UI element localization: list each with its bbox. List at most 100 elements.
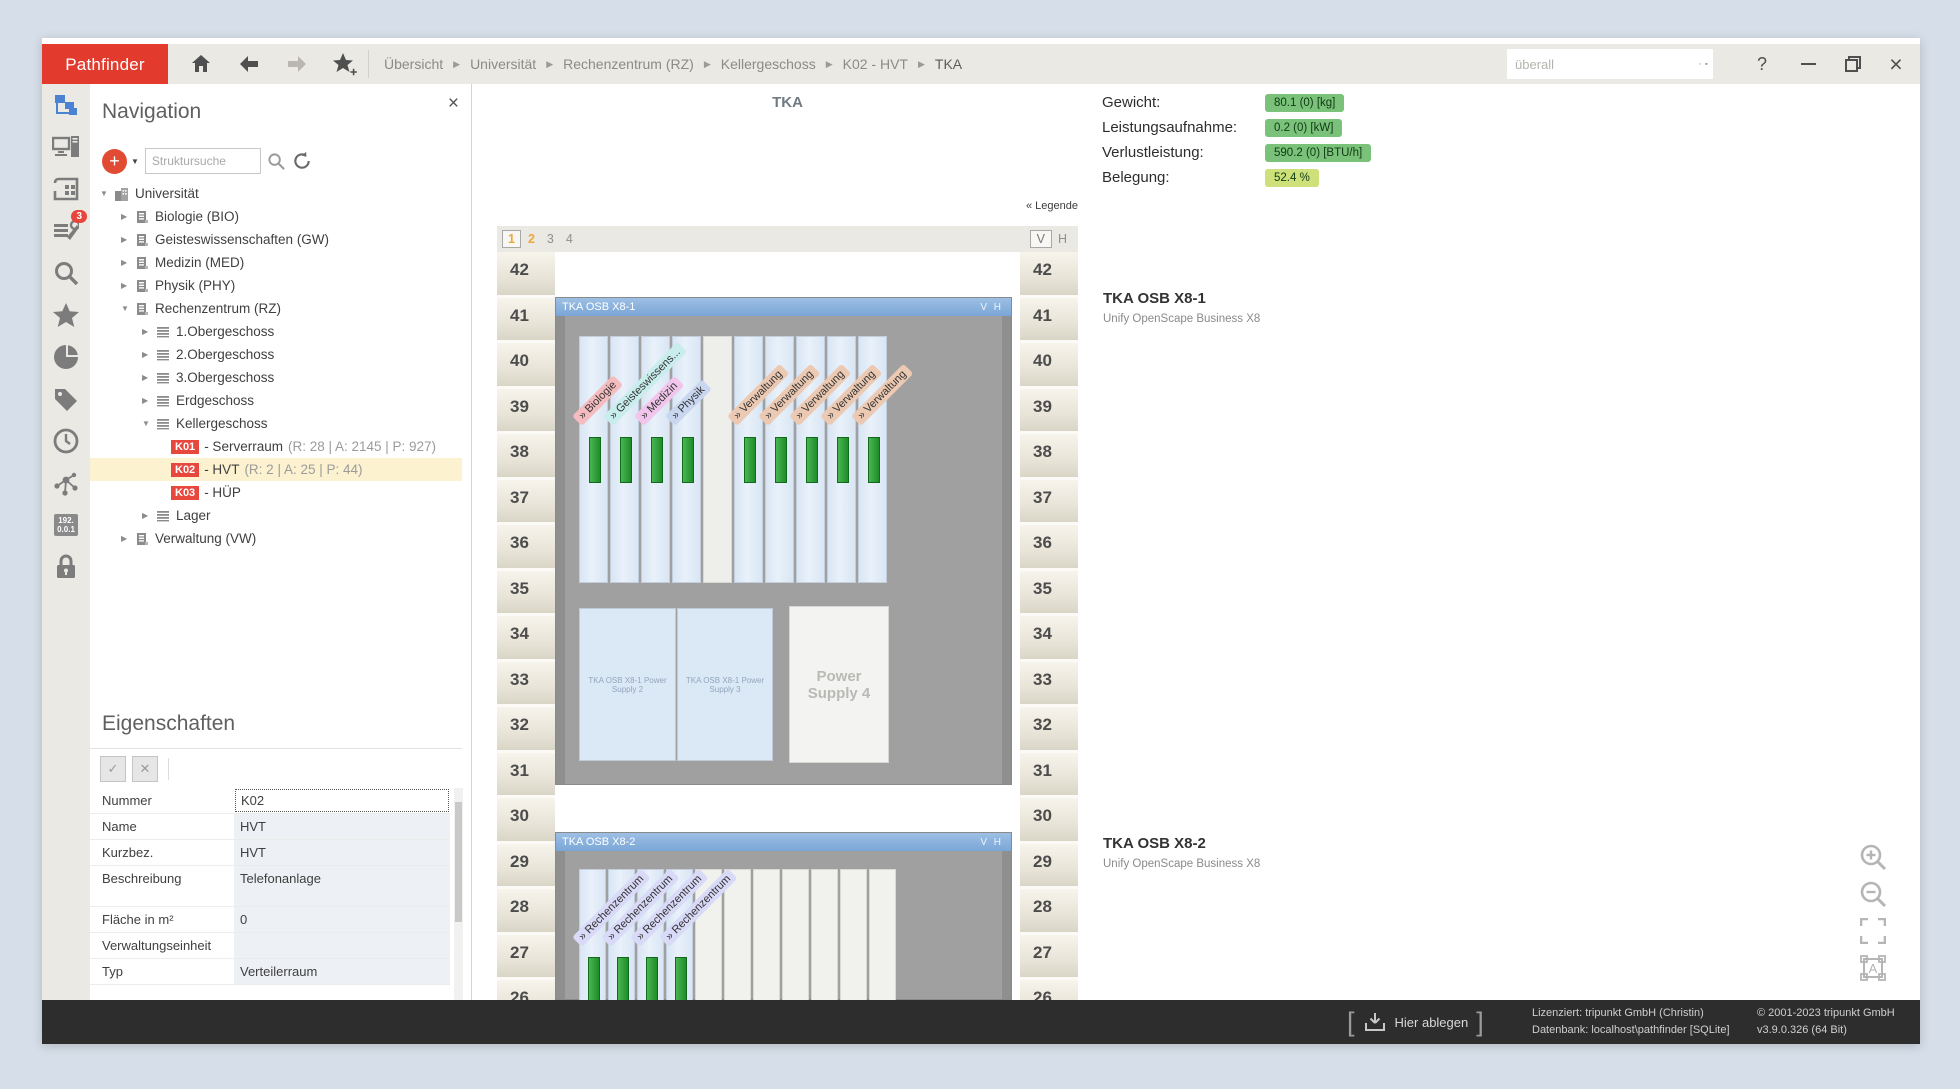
- fit-view-button[interactable]: [1858, 916, 1888, 946]
- rack-slot-empty[interactable]: [753, 869, 780, 1000]
- rail-structure-button[interactable]: [42, 84, 90, 126]
- device-tka-osb-x8-2[interactable]: TKA OSB X8-2 V H » Rechenzentrum» Rechen…: [555, 832, 1012, 1000]
- rail-service-button[interactable]: 3: [42, 210, 90, 252]
- drop-zone[interactable]: [ Hier ablegen ]: [1347, 1000, 1484, 1044]
- power-supply[interactable]: TKA OSB X8-1 Power Supply 2: [579, 608, 676, 761]
- global-search-input[interactable]: [1507, 57, 1699, 72]
- barcode-icon[interactable]: [1705, 54, 1708, 74]
- expand-icon[interactable]: ▶: [121, 212, 135, 221]
- rail-tags-button[interactable]: [42, 378, 90, 420]
- rack-slot-empty[interactable]: [782, 869, 809, 1000]
- rack-slot-empty[interactable]: [703, 336, 732, 583]
- rack-slot[interactable]: » Physik: [672, 336, 701, 583]
- rack-tab-2[interactable]: 2: [523, 231, 540, 247]
- add-favorite-button[interactable]: [332, 51, 358, 77]
- device-vh-toggle[interactable]: V H: [980, 837, 1003, 848]
- rail-history-button[interactable]: [42, 420, 90, 462]
- device-tka-osb-x8-1[interactable]: TKA OSB X8-1 V H » Biologie» Geisteswiss…: [555, 297, 1012, 785]
- rail-workstation-button[interactable]: [42, 126, 90, 168]
- tree-item[interactable]: ▶Geisteswissenschaften (GW): [90, 228, 462, 251]
- rack-slot[interactable]: » Verwaltung: [734, 336, 763, 583]
- device-list-item[interactable]: TKA OSB X8-1Unify OpenScape Business X8: [1103, 290, 1260, 325]
- collapse-icon[interactable]: ▼: [121, 304, 135, 313]
- property-value-nummer[interactable]: K02: [235, 789, 449, 812]
- tree-item[interactable]: ▶1.Obergeschoss: [90, 320, 462, 343]
- rack-slot[interactable]: » Geisteswissens...: [610, 336, 639, 583]
- property-value-typ[interactable]: Verteilerraum: [234, 959, 450, 984]
- help-button[interactable]: ?: [1742, 44, 1782, 84]
- home-button[interactable]: [188, 51, 214, 77]
- structure-search-input[interactable]: [145, 148, 261, 174]
- expand-icon[interactable]: ▶: [142, 373, 156, 382]
- tree-item[interactable]: ▶3.Obergeschoss: [90, 366, 462, 389]
- rail-reports-button[interactable]: [42, 336, 90, 378]
- expand-icon[interactable]: ▶: [121, 235, 135, 244]
- expand-icon[interactable]: ▶: [142, 396, 156, 405]
- forward-button[interactable]: [284, 51, 310, 77]
- tree-item[interactable]: ▶Verwaltung (VW): [90, 527, 462, 550]
- orientation-v-button[interactable]: V: [1030, 230, 1052, 248]
- fit-text-button[interactable]: A: [1858, 953, 1888, 983]
- discard-button[interactable]: ✕: [132, 756, 158, 782]
- device-header[interactable]: TKA OSB X8-1 V H: [556, 298, 1011, 316]
- rack-slot-empty[interactable]: [840, 869, 867, 1000]
- tree-item-k03[interactable]: K03- HÜP: [90, 481, 462, 504]
- breadcrumb-item[interactable]: Rechenzentrum (RZ): [563, 56, 694, 72]
- device-header[interactable]: TKA OSB X8-2 V H: [556, 833, 1011, 851]
- rail-topology-button[interactable]: [42, 462, 90, 504]
- breadcrumb-item[interactable]: K02 - HVT: [843, 56, 908, 72]
- power-supply[interactable]: TKA OSB X8-1 Power Supply 3: [677, 608, 773, 761]
- property-value-fl-che-in-m-[interactable]: 0: [234, 907, 450, 932]
- restore-button[interactable]: [1833, 44, 1873, 84]
- tree-item[interactable]: ▶Physik (PHY): [90, 274, 462, 297]
- breadcrumb-item[interactable]: Kellergeschoss: [721, 56, 816, 72]
- orientation-h-button[interactable]: H: [1052, 231, 1073, 247]
- property-value-name[interactable]: HVT: [234, 814, 450, 839]
- rail-security-button[interactable]: [42, 546, 90, 588]
- expand-icon[interactable]: ▶: [142, 327, 156, 336]
- search-icon[interactable]: [1699, 54, 1701, 74]
- rack-slot-empty[interactable]: [869, 869, 896, 1000]
- tree-item-k02[interactable]: K02- HVT(R: 2 | A: 25 | P: 44): [90, 458, 462, 481]
- expand-icon[interactable]: ▶: [121, 258, 135, 267]
- minimize-button[interactable]: [1788, 44, 1828, 84]
- expand-icon[interactable]: ▶: [142, 511, 156, 520]
- navigation-close-button[interactable]: ×: [448, 94, 459, 113]
- app-logo[interactable]: Pathfinder: [42, 44, 168, 85]
- tree-item[interactable]: ▶Medizin (MED): [90, 251, 462, 274]
- rail-search-button[interactable]: [42, 252, 90, 294]
- legend-link[interactable]: « Legende: [872, 200, 1078, 212]
- property-value-beschreibung[interactable]: Telefonanlage: [234, 866, 450, 906]
- tree-item[interactable]: ▶Erdgeschoss: [90, 389, 462, 412]
- property-value-kurzbez-[interactable]: HVT: [234, 840, 450, 865]
- rack-slot-empty[interactable]: [811, 869, 838, 1000]
- device-vh-toggle[interactable]: V H: [980, 302, 1003, 313]
- back-button[interactable]: [236, 51, 262, 77]
- tree-item-k01[interactable]: K01- Serverraum(R: 28 | A: 2145 | P: 927…: [90, 435, 462, 458]
- apply-button[interactable]: ✓: [100, 756, 126, 782]
- rack-slot[interactable]: » Biologie: [579, 336, 608, 583]
- rack-tab-1[interactable]: 1: [502, 230, 521, 248]
- zoom-in-button[interactable]: [1858, 842, 1888, 872]
- structure-search-icon[interactable]: [267, 152, 286, 171]
- breadcrumb-item[interactable]: Übersicht: [384, 56, 443, 72]
- rack-row-content[interactable]: [555, 252, 1020, 298]
- tree-item[interactable]: ▶2.Obergeschoss: [90, 343, 462, 366]
- tree-item[interactable]: ▶Lager: [90, 504, 462, 527]
- rack-slot-empty[interactable]: [724, 869, 751, 1000]
- zoom-out-button[interactable]: [1858, 879, 1888, 909]
- collapse-icon[interactable]: ▼: [142, 419, 156, 428]
- add-node-caret-icon[interactable]: ▼: [131, 157, 139, 166]
- collapse-icon[interactable]: ▼: [100, 189, 114, 198]
- expand-icon[interactable]: ▶: [121, 534, 135, 543]
- tree-item[interactable]: ▼Rechenzentrum (RZ): [90, 297, 462, 320]
- breadcrumb-item[interactable]: TKA: [935, 56, 962, 72]
- expand-icon[interactable]: ▶: [142, 350, 156, 359]
- tree-item[interactable]: ▼Universität: [90, 182, 462, 205]
- power-supply[interactable]: Power Supply 4: [789, 606, 889, 763]
- tree-item[interactable]: ▼Kellergeschoss: [90, 412, 462, 435]
- device-list-item[interactable]: TKA OSB X8-2Unify OpenScape Business X8: [1103, 835, 1260, 870]
- add-node-button[interactable]: +: [102, 149, 127, 174]
- rail-favorites-button[interactable]: [42, 294, 90, 336]
- property-value-verwaltungseinheit[interactable]: [234, 933, 450, 958]
